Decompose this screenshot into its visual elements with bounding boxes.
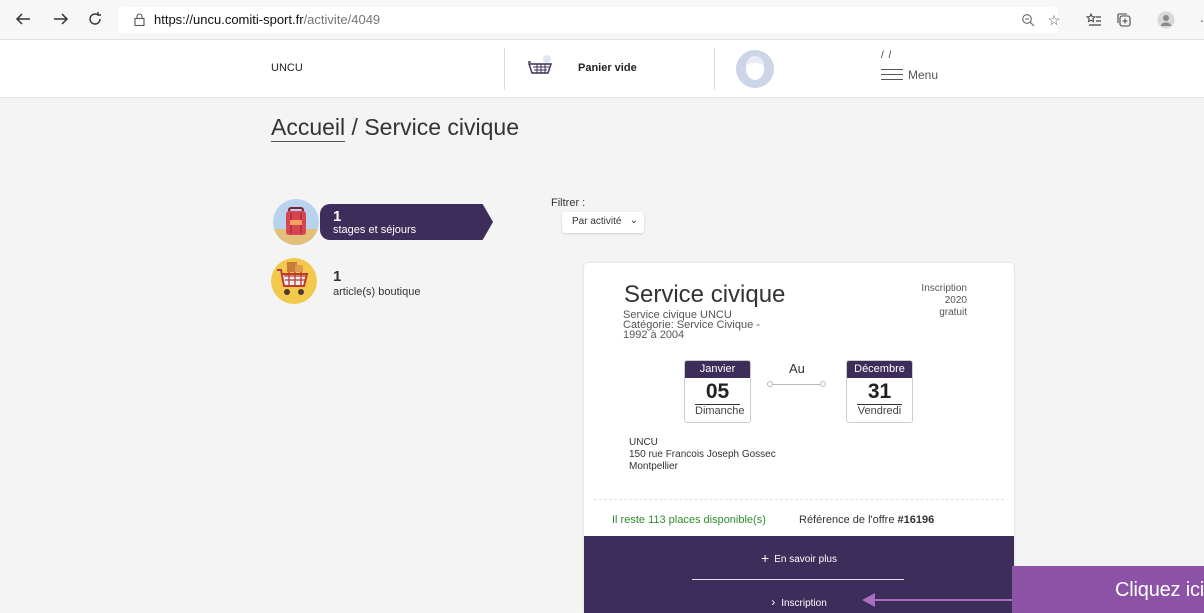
collections-icon[interactable]	[1114, 10, 1134, 30]
address-line: UNCU	[629, 437, 658, 448]
start-date-weekday: Dimanche	[695, 404, 745, 417]
back-icon[interactable]	[12, 8, 34, 30]
date-connector-dot	[820, 381, 826, 387]
breadcrumb-home[interactable]: Accueil	[271, 114, 346, 142]
url-host: https://uncu.comiti-sport.fr	[154, 12, 304, 27]
places-available: Il reste 113 places disponible(s)	[612, 514, 766, 526]
chevron-down-icon: ⌄	[629, 215, 638, 226]
end-date-day: 31	[867, 380, 892, 403]
date-connector	[769, 384, 825, 385]
url-text: https://uncu.comiti-sport.fr/activite/40…	[154, 12, 380, 27]
card-meta-line: Inscription	[921, 283, 967, 294]
menu-slash: / /	[881, 50, 893, 61]
inscription-label: Inscription	[781, 598, 827, 609]
category-label-stages[interactable]: stages et séjours	[333, 224, 416, 236]
address-line: Montpellier	[629, 461, 678, 472]
footer-divider	[692, 579, 904, 580]
forward-icon[interactable]	[50, 8, 72, 30]
more-info-label: En savoir plus	[774, 554, 837, 565]
address-line: 150 rue Francois Joseph Gossec	[629, 449, 776, 460]
more-icon[interactable]: ·	[1192, 10, 1204, 30]
url-path: /activite/4049	[303, 12, 381, 27]
breadcrumb-current: Service civique	[364, 114, 520, 140]
category-label-boutique[interactable]: article(s) boutique	[333, 286, 420, 298]
offer-reference-number: #16196	[897, 514, 935, 526]
star-icon[interactable]: ☆	[1044, 10, 1064, 30]
callout-text: Cliquez ici	[1115, 579, 1204, 601]
zoom-icon[interactable]	[1018, 10, 1038, 30]
plus-icon: +	[761, 550, 770, 566]
card-divider	[594, 499, 1004, 500]
start-date: Janvier 05 Dimanche	[684, 360, 751, 423]
cart-label[interactable]: Panier vide	[578, 62, 637, 74]
address-bar[interactable]: https://uncu.comiti-sport.fr/activite/40…	[118, 7, 1058, 33]
card-meta-line: gratuit	[939, 307, 967, 318]
category-count-stages: 1	[333, 208, 342, 225]
chevron-right-icon: ›	[771, 595, 776, 609]
callout-box: Cliquez ici	[1012, 566, 1204, 613]
date-separator-label: Au	[789, 361, 805, 376]
breadcrumb-separator: /	[345, 114, 365, 140]
breadcrumb: Accueil / Service civique	[271, 114, 520, 142]
hamburger-icon[interactable]	[881, 69, 903, 84]
menu-label[interactable]: Menu	[908, 68, 938, 82]
callout-arrowhead	[862, 593, 875, 607]
browser-toolbar: https://uncu.comiti-sport.fr/activite/40…	[0, 0, 1204, 40]
filter-label: Filtrer :	[551, 197, 586, 209]
inscription-button[interactable]: › Inscription	[584, 595, 1014, 609]
date-connector-dot	[767, 381, 773, 387]
site-header: UNCU Panier vide / / Menu	[0, 40, 1204, 98]
more-info-button[interactable]: + En savoir plus	[584, 550, 1014, 566]
card-title[interactable]: Service civique	[624, 281, 785, 309]
start-date-day: 05	[705, 380, 730, 403]
callout-arrow-line	[872, 599, 1012, 601]
card-subtitle-line: 1992 à 2004	[623, 329, 685, 341]
cart-icon[interactable]	[527, 54, 557, 87]
suitcase-icon[interactable]	[273, 199, 319, 245]
card-meta-line: 2020	[944, 295, 967, 306]
filter-selected-value: Par activité	[572, 216, 622, 227]
start-date-month: Janvier	[685, 361, 750, 378]
end-date-weekday: Vendredi	[857, 404, 902, 417]
offer-reference: Référence de l'offre #16196	[799, 514, 934, 526]
lock-icon	[134, 13, 145, 31]
card-footer: + En savoir plus › Inscription	[584, 536, 1014, 613]
header-divider	[714, 48, 715, 90]
activity-card: Service civique Service civique UNCU Cat…	[584, 263, 1014, 613]
shopping-cart-icon[interactable]	[271, 258, 317, 304]
avatar[interactable]	[736, 50, 774, 88]
refresh-icon[interactable]	[84, 8, 106, 30]
address: UNCU 150 rue Francois Joseph Gossec Mont…	[629, 437, 776, 473]
end-date: Décembre 31 Vendredi	[846, 360, 913, 423]
offer-reference-label: Référence de l'offre	[799, 514, 895, 526]
brand-name[interactable]: UNCU	[271, 62, 303, 74]
profile-icon[interactable]	[1156, 10, 1176, 30]
favorites-icon[interactable]	[1084, 10, 1104, 30]
header-divider	[504, 48, 505, 90]
filter-select[interactable]: Par activité ⌄	[562, 212, 644, 233]
category-count-boutique: 1	[333, 268, 342, 285]
end-date-month: Décembre	[847, 361, 912, 378]
